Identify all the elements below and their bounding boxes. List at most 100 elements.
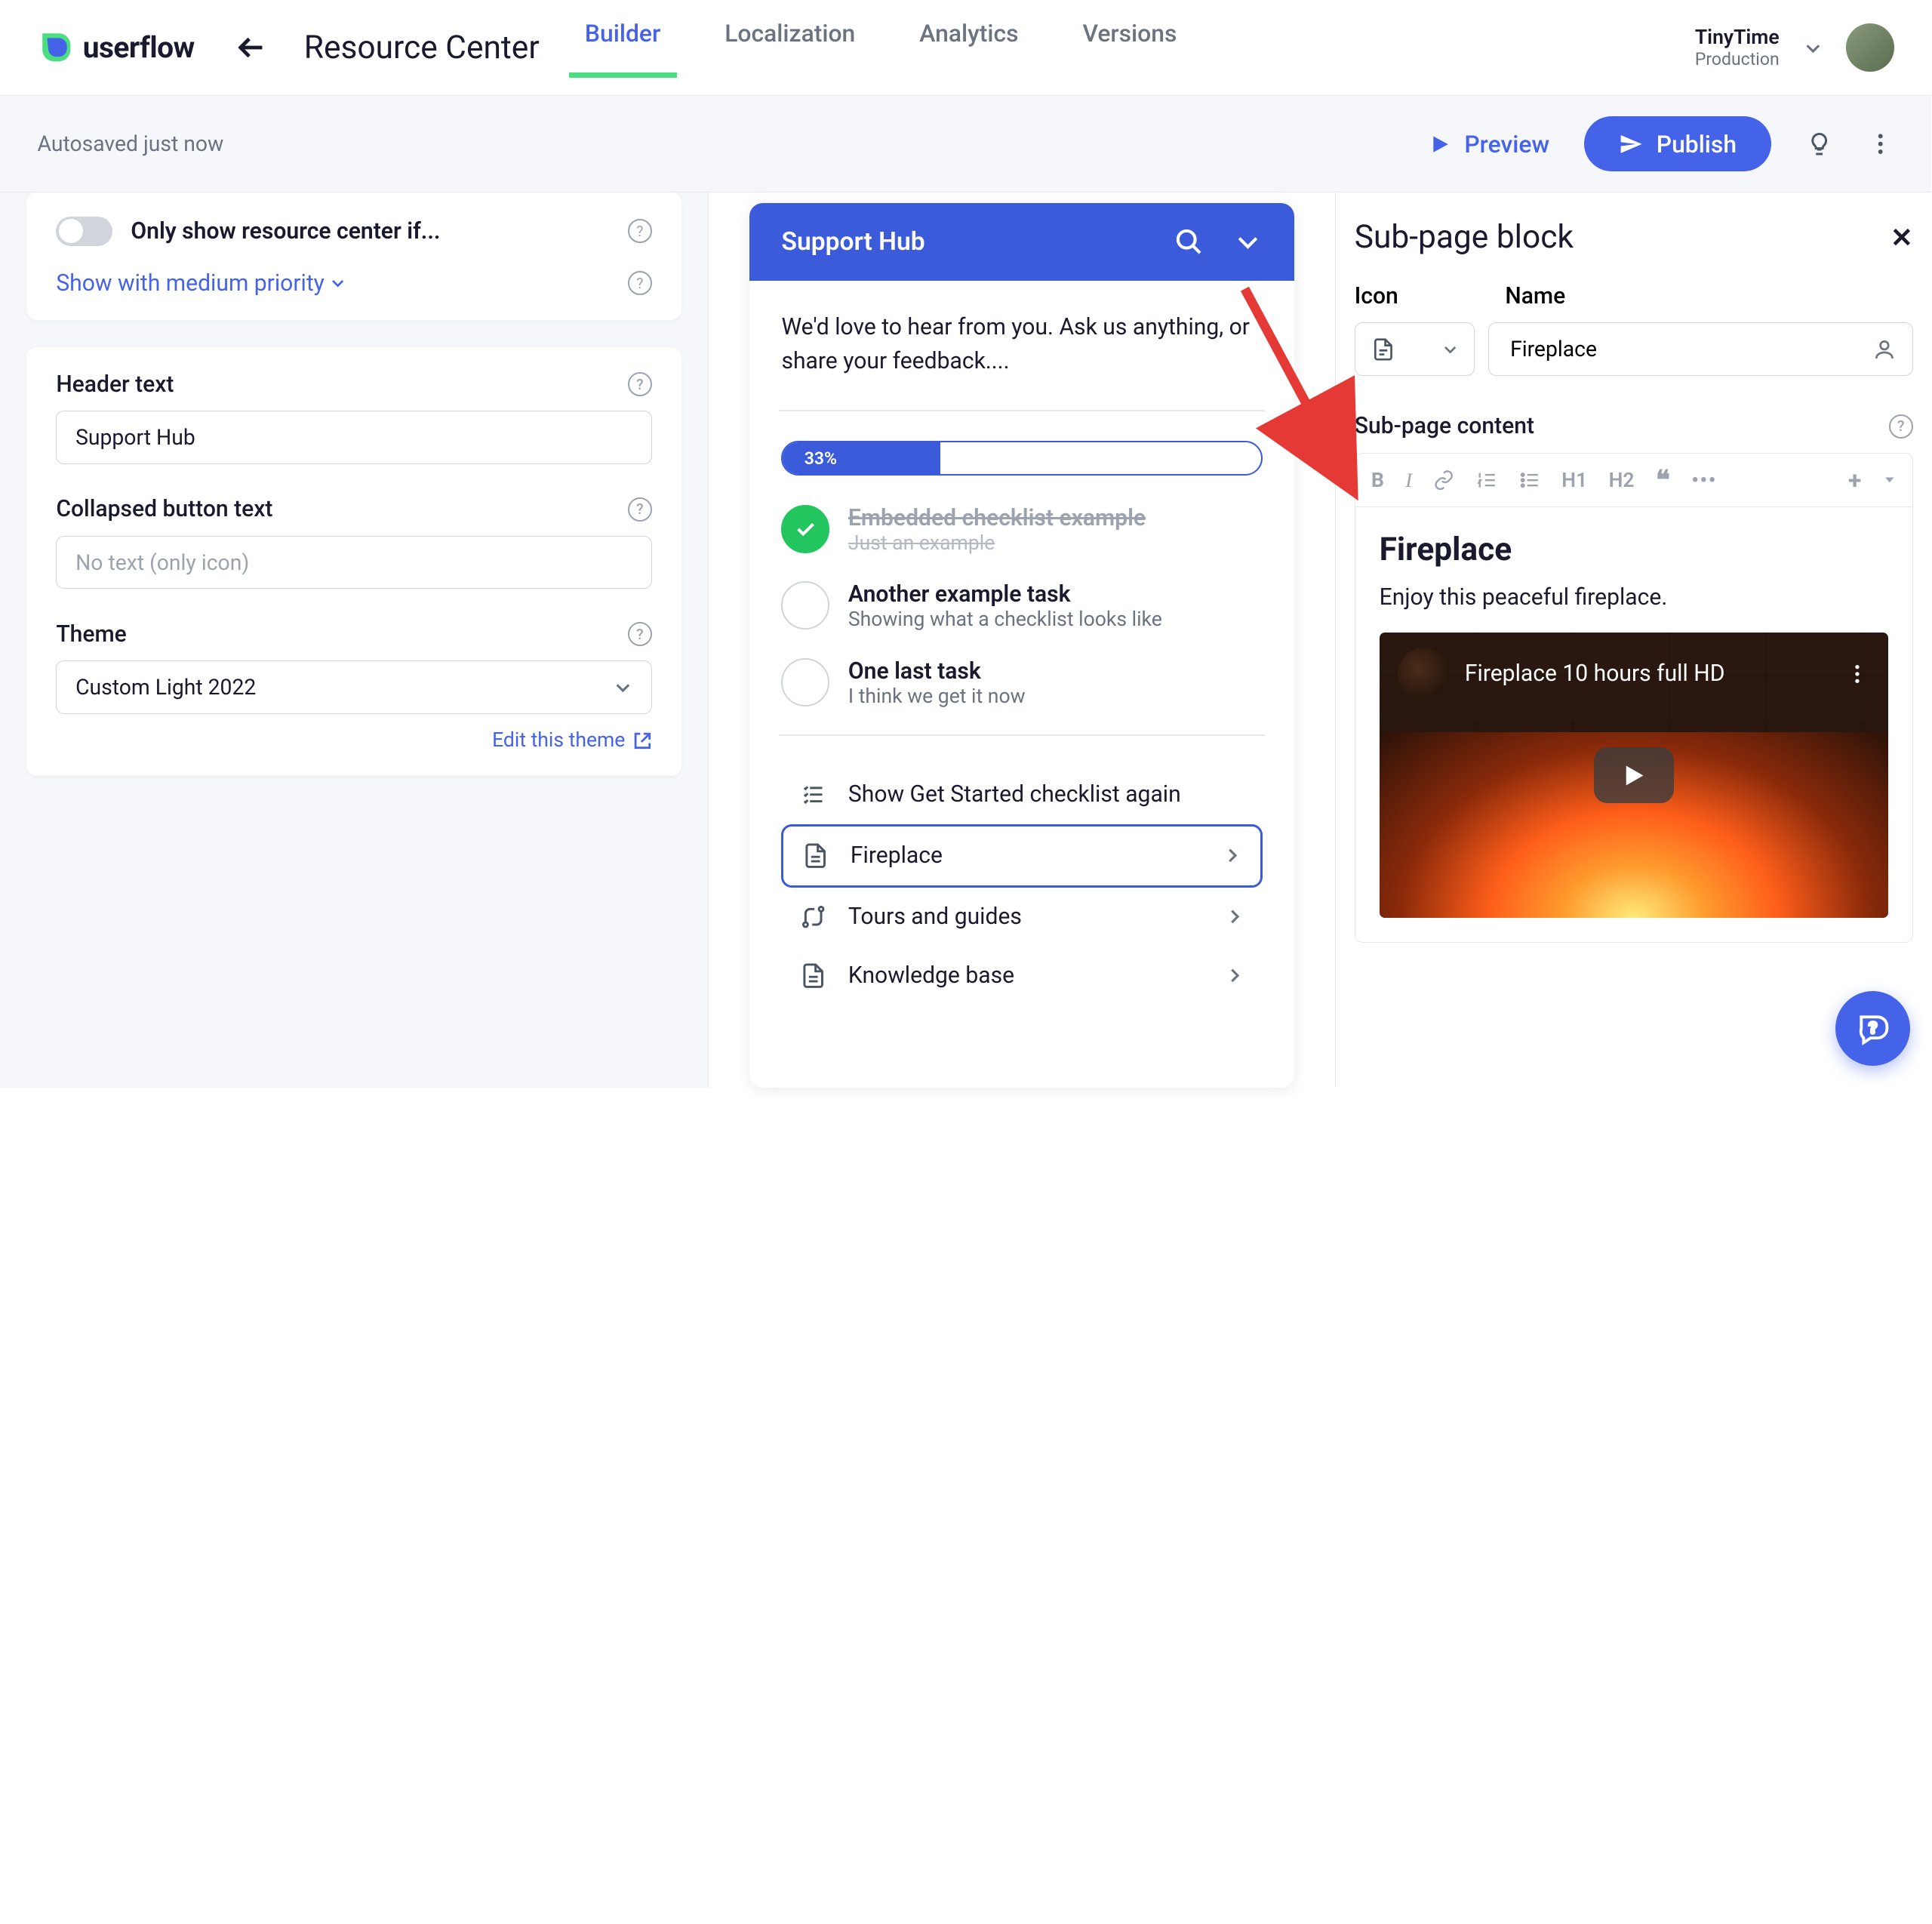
bold-button[interactable]: B bbox=[1371, 469, 1384, 492]
block-editor-panel: Sub-page block ✕ Icon Name Sub-page cont… bbox=[1336, 192, 1931, 1088]
publish-button[interactable]: Publish bbox=[1584, 116, 1771, 171]
help-icon[interactable]: ? bbox=[628, 497, 652, 522]
h2-button[interactable]: H2 bbox=[1609, 469, 1635, 492]
collapsed-label: Collapsed button text bbox=[56, 496, 272, 522]
video-embed[interactable]: Fireplace 10 hours full HD bbox=[1380, 633, 1888, 919]
help-icon[interactable]: ? bbox=[628, 622, 652, 646]
checklist-item[interactable]: Embedded checklist example Just an examp… bbox=[781, 505, 1262, 555]
preview-panel: Support Hub We'd love to hear from you. … bbox=[708, 192, 1336, 1088]
top-nav: userflow Resource Center Builder Localiz… bbox=[0, 0, 1931, 96]
video-play-button[interactable] bbox=[1594, 747, 1674, 803]
chevron-right-icon bbox=[1223, 846, 1241, 865]
preview-button[interactable]: Preview bbox=[1429, 130, 1549, 159]
chevron-down-icon[interactable] bbox=[1883, 473, 1897, 487]
ordered-list-button[interactable] bbox=[1476, 469, 1497, 491]
name-field-label: Name bbox=[1505, 283, 1565, 309]
checklist-item[interactable]: One last task I think we get it now bbox=[781, 658, 1262, 708]
autosave-status: Autosaved just now bbox=[38, 131, 224, 156]
progress-fill: 33% bbox=[783, 442, 940, 474]
chevron-down-icon bbox=[614, 678, 632, 697]
check-empty-icon bbox=[781, 658, 829, 706]
document-icon bbox=[800, 962, 826, 989]
name-input[interactable] bbox=[1505, 323, 1872, 374]
chevron-down-icon bbox=[1442, 341, 1458, 357]
close-icon[interactable]: ✕ bbox=[1890, 222, 1913, 254]
checklist-item[interactable]: Another example task Showing what a chec… bbox=[781, 581, 1262, 631]
page-title: Resource Center bbox=[304, 29, 540, 66]
tab-localization[interactable]: Localization bbox=[724, 19, 855, 77]
document-icon bbox=[802, 842, 829, 869]
search-icon[interactable] bbox=[1174, 227, 1204, 257]
tab-versions[interactable]: Versions bbox=[1082, 19, 1177, 77]
panel-title: Sub-page block bbox=[1355, 219, 1574, 256]
header-text-label: Header text bbox=[56, 371, 174, 398]
tab-builder[interactable]: Builder bbox=[585, 19, 660, 77]
tabs: Builder Localization Analytics Versions bbox=[585, 19, 1177, 77]
icon-select[interactable] bbox=[1355, 322, 1475, 375]
icon-field-label: Icon bbox=[1355, 283, 1398, 309]
check-done-icon bbox=[781, 505, 829, 553]
only-show-label: Only show resource center if... bbox=[131, 218, 609, 245]
divider bbox=[779, 734, 1265, 736]
help-widget-button[interactable]: ? bbox=[1835, 991, 1910, 1066]
theme-select[interactable]: Custom Light 2022 bbox=[56, 660, 651, 713]
progress-bar: 33% bbox=[781, 441, 1262, 476]
back-arrow-icon[interactable] bbox=[235, 30, 269, 65]
help-icon[interactable]: ? bbox=[628, 271, 652, 295]
nav-item-fireplace[interactable]: Fireplace bbox=[781, 824, 1262, 888]
logo-text: userflow bbox=[83, 30, 195, 65]
person-icon[interactable] bbox=[1872, 337, 1897, 362]
chevron-down-icon[interactable] bbox=[1804, 38, 1823, 57]
check-empty-icon bbox=[781, 581, 829, 630]
h1-button[interactable]: H1 bbox=[1561, 469, 1587, 492]
edit-theme-link[interactable]: Edit this theme bbox=[492, 728, 652, 752]
chevron-right-icon bbox=[1225, 907, 1244, 926]
divider bbox=[779, 410, 1265, 411]
tab-analytics[interactable]: Analytics bbox=[919, 19, 1018, 77]
italic-button[interactable]: I bbox=[1405, 469, 1412, 492]
org-switcher[interactable]: TinyTime Production bbox=[1695, 26, 1780, 69]
resource-center-widget: Support Hub We'd love to hear from you. … bbox=[749, 203, 1294, 1088]
chevron-down-icon[interactable] bbox=[1233, 227, 1263, 257]
widget-header: Support Hub bbox=[749, 203, 1294, 281]
chevron-right-icon bbox=[1225, 966, 1244, 985]
header-text-input[interactable] bbox=[56, 411, 651, 463]
add-block-button[interactable]: + bbox=[1848, 466, 1861, 494]
main: Only show resource center if... ? Show w… bbox=[0, 192, 1931, 1088]
nav-item-tours[interactable]: Tours and guides bbox=[781, 888, 1262, 947]
unordered-list-button[interactable] bbox=[1519, 469, 1540, 491]
quote-button[interactable]: ❝ bbox=[1656, 464, 1670, 496]
content-label: Sub-page content bbox=[1355, 413, 1534, 439]
widget-intro: We'd love to hear from you. Ask us anyth… bbox=[781, 310, 1262, 378]
more-icon[interactable] bbox=[1867, 131, 1894, 157]
document-icon bbox=[1371, 337, 1395, 362]
route-icon bbox=[800, 904, 826, 930]
help-icon[interactable]: ? bbox=[1889, 414, 1913, 439]
priority-link[interactable]: Show with medium priority bbox=[56, 270, 346, 297]
only-show-toggle[interactable] bbox=[56, 217, 112, 246]
editor-heading[interactable]: Fireplace bbox=[1380, 531, 1888, 568]
org-name: TinyTime bbox=[1695, 26, 1780, 49]
lightbulb-icon[interactable] bbox=[1806, 131, 1832, 157]
widget-title: Support Hub bbox=[781, 227, 924, 257]
svg-text:?: ? bbox=[1869, 1019, 1877, 1038]
editor-body[interactable]: Fireplace Enjoy this peaceful fireplace.… bbox=[1355, 506, 1913, 943]
settings-panel: Only show resource center if... ? Show w… bbox=[0, 192, 708, 1088]
chevron-down-icon bbox=[330, 275, 346, 291]
help-icon[interactable]: ? bbox=[628, 372, 652, 396]
editor-toolbar: B I H1 H2 ❝ ••• + bbox=[1355, 453, 1913, 506]
send-icon bbox=[1619, 132, 1643, 156]
editor-paragraph[interactable]: Enjoy this peaceful fireplace. bbox=[1380, 584, 1888, 611]
collapsed-text-input[interactable] bbox=[56, 536, 651, 589]
link-button[interactable] bbox=[1433, 469, 1454, 491]
more-tools-button[interactable]: ••• bbox=[1691, 469, 1717, 492]
nav-item-show-checklist[interactable]: Show Get Started checklist again bbox=[781, 765, 1262, 824]
external-link-icon bbox=[633, 731, 652, 750]
checklist-icon bbox=[800, 781, 826, 808]
logo-icon bbox=[38, 29, 75, 66]
logo[interactable]: userflow bbox=[38, 29, 195, 66]
avatar[interactable] bbox=[1846, 23, 1894, 72]
theme-label: Theme bbox=[56, 621, 126, 648]
nav-item-knowledge-base[interactable]: Knowledge base bbox=[781, 947, 1262, 1005]
help-icon[interactable]: ? bbox=[628, 219, 652, 243]
